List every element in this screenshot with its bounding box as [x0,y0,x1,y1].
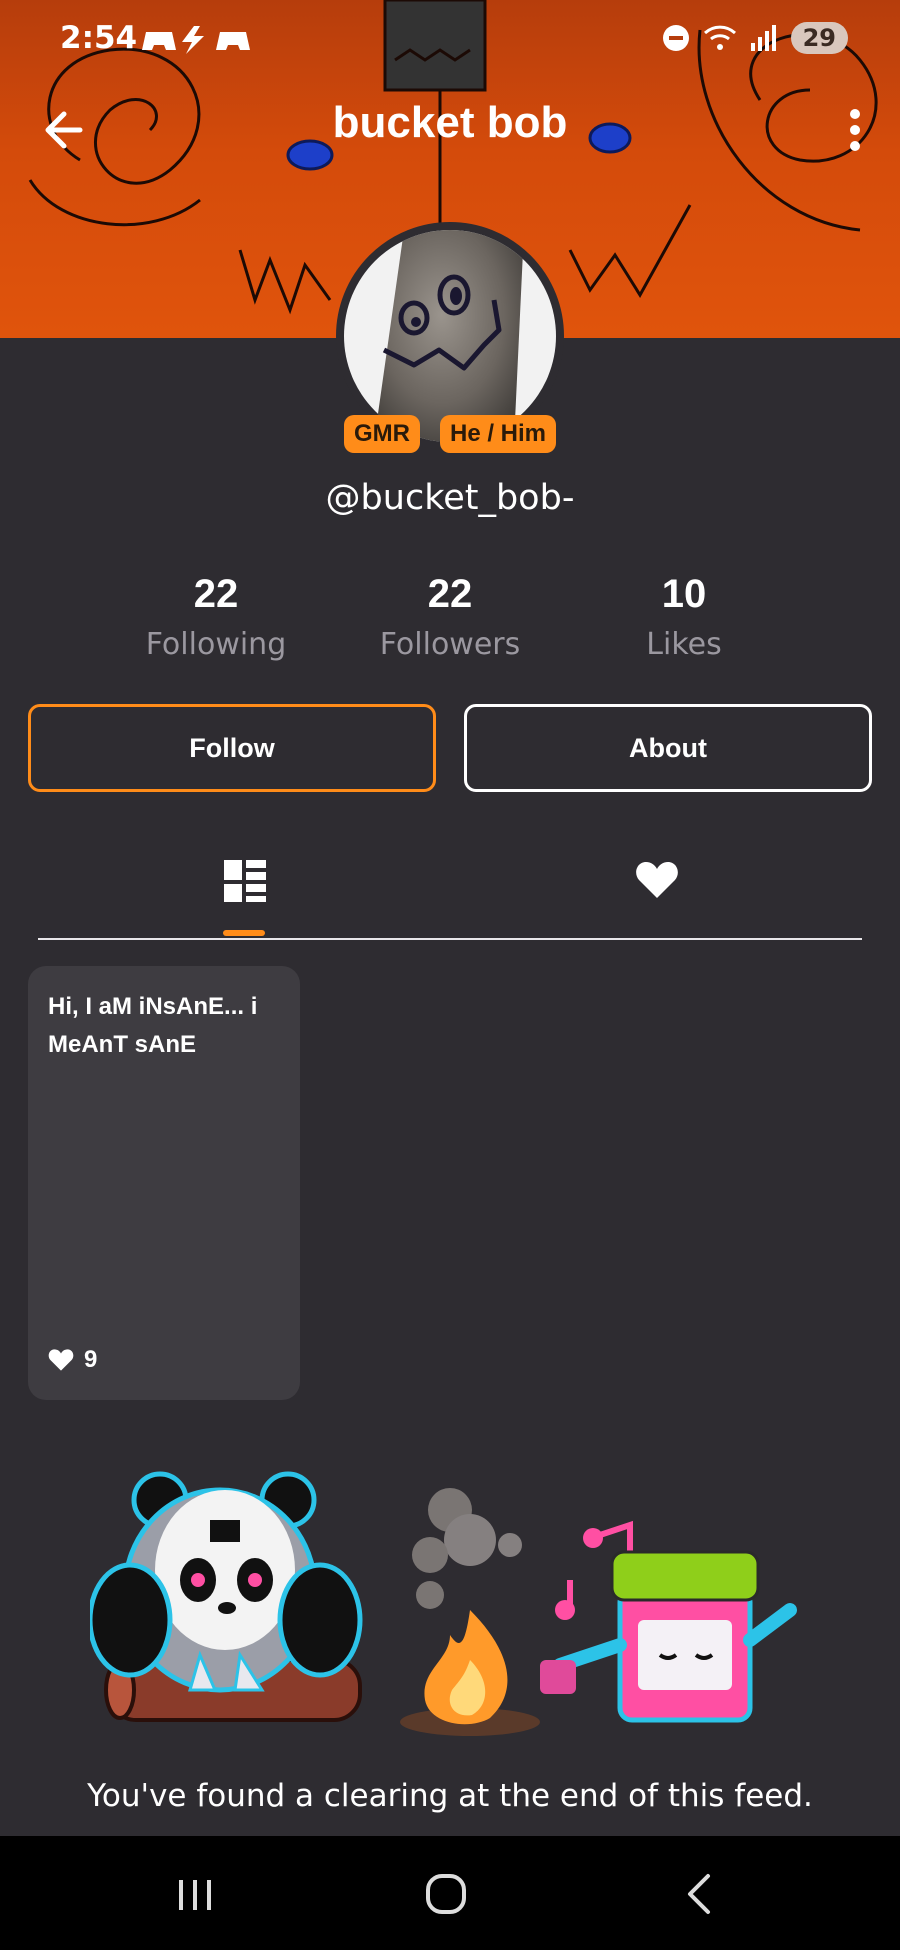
profile-badges: GMR He / Him [0,415,900,453]
recent-apps-icon [179,1880,211,1910]
end-of-feed-illustration [87,1460,810,1750]
wifi-icon [703,25,736,50]
stat-likes[interactable]: 10 Likes [564,572,804,662]
recent-apps-button[interactable] [175,1866,215,1922]
heart-icon [48,1349,74,1371]
stat-followers[interactable]: 22 Followers [330,572,570,662]
post-text: Hi, I aM iNsAnE... i MeAnT sAnE [48,993,258,1058]
profile-handle: @bucket_bob- [325,478,575,518]
home-button[interactable] [424,1866,468,1922]
stat-followers-value: 22 [427,572,473,616]
home-icon [426,1874,466,1914]
stat-following-label: Following [145,627,287,662]
system-icons: 29 [661,22,848,54]
active-tab-indicator [223,930,265,936]
status-time: 2:54 [60,20,138,56]
tab-liked[interactable] [635,860,679,900]
avatar-image [344,230,556,442]
badge-tag: GMR [343,415,420,453]
battery-indicator: 29 [790,22,848,54]
stat-following[interactable]: 22 Following [96,572,336,662]
stat-likes-value: 10 [661,572,707,616]
system-back-button[interactable] [684,1866,716,1922]
more-vertical-icon [850,109,860,151]
more-options-button[interactable] [830,100,880,160]
page-title: bucket bob [332,98,568,147]
stat-likes-label: Likes [646,627,722,662]
notification-icons [142,22,252,60]
chevron-left-icon [688,1874,710,1914]
follow-button[interactable]: Follow [28,704,436,792]
dnd-icon [662,25,689,51]
grid-icon [224,860,266,902]
system-navigation-bar [0,1836,900,1950]
post-card[interactable]: Hi, I aM iNsAnE... i MeAnT sAnE 9 [28,966,300,1400]
stat-following-value: 22 [193,572,239,616]
post-like-count: 9 [84,1346,98,1373]
signal-icon [750,25,776,51]
stat-followers-label: Followers [379,627,521,662]
profile-tabs [38,830,862,940]
tab-posts[interactable] [222,858,268,904]
end-of-feed-message: You've found a clearing at the end of th… [87,1778,813,1814]
heart-icon [636,862,678,898]
badge-pronouns: He / Him [439,415,557,453]
about-button[interactable]: About [464,704,872,792]
post-likes: 9 [48,1346,97,1374]
status-bar: 2:54 29 [0,0,900,80]
